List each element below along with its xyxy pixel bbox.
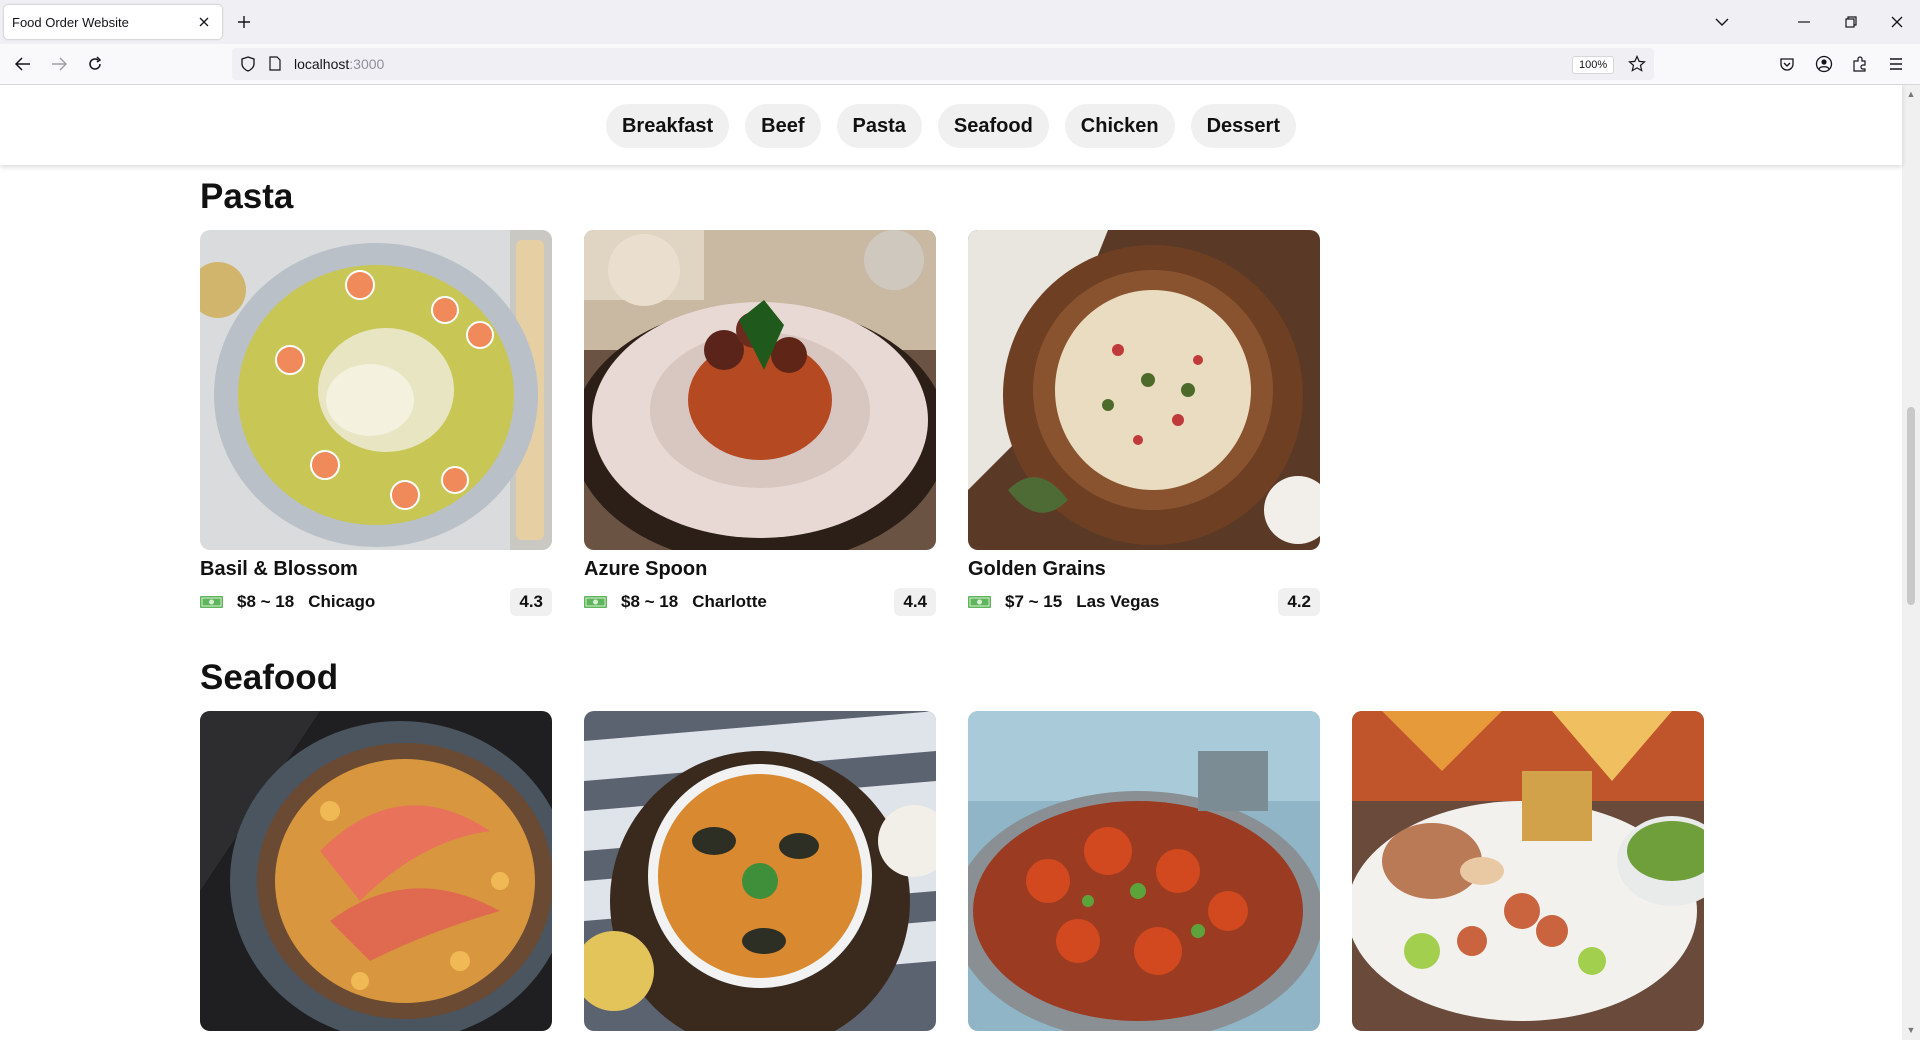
url-text[interactable]: localhost:3000 (294, 56, 384, 72)
category-header: Breakfast Beef Pasta Seafood Chicken Dessert (0, 85, 1902, 165)
rating-badge: 4.4 (894, 588, 936, 616)
restaurant-name[interactable]: Golden Grains (968, 558, 1320, 582)
shield-icon[interactable] (241, 56, 255, 77)
food-image-seafood-platter[interactable] (1352, 711, 1704, 1031)
account-icon[interactable] (1810, 50, 1838, 78)
forward-icon[interactable] (45, 50, 73, 78)
category-nav: Breakfast Beef Pasta Seafood Chicken Dessert (0, 104, 1902, 148)
price-range: $7 ~ 15 (1005, 592, 1063, 611)
browser-tab[interactable]: Food Order Website (4, 5, 222, 39)
tab-list-icon[interactable] (1708, 8, 1736, 36)
category-pill-breakfast[interactable]: Breakfast (605, 104, 730, 148)
browser-tabstrip: Food Order Website (0, 0, 1920, 44)
rating-badge: 4.3 (510, 588, 552, 616)
section-title-pasta: Pasta (200, 177, 294, 216)
page-viewport: Breakfast Beef Pasta Seafood Chicken Dessert … (0, 85, 1920, 1040)
page-icon (269, 56, 281, 76)
category-pill-dessert[interactable]: Dessert (1190, 104, 1296, 148)
category-pill-seafood[interactable]: Seafood (937, 104, 1049, 148)
zoom-level[interactable]: 100% (1572, 56, 1615, 74)
category-pill-pasta[interactable]: Pasta (836, 104, 922, 148)
back-icon[interactable] (9, 50, 37, 78)
category-pill-beef[interactable]: Beef (745, 104, 821, 148)
close-tab-icon[interactable] (194, 12, 214, 32)
food-image-penne[interactable] (968, 230, 1320, 550)
scroll-down-icon[interactable]: ▼ (1906, 1025, 1916, 1035)
bookmark-star-icon[interactable] (1628, 55, 1646, 78)
restaurant-card[interactable]: Golden Grains $7 ~ 15 Las Vegas 4.2 (968, 230, 1320, 616)
money-icon (584, 596, 607, 608)
browser-navbar: localhost:3000 100% (0, 44, 1920, 85)
menu-icon[interactable] (1882, 50, 1910, 78)
price-range: $8 ~ 18 (621, 592, 679, 611)
tab-title: Food Order Website (12, 14, 129, 30)
price-range: $8 ~ 18 (237, 592, 295, 611)
food-image-crawfish[interactable] (968, 711, 1320, 1031)
food-image-spaghetti-meatballs[interactable] (584, 230, 936, 550)
restaurant-card[interactable] (584, 711, 936, 1031)
reload-icon[interactable] (81, 50, 109, 78)
restaurant-card[interactable] (1352, 711, 1704, 1031)
rating-badge: 4.2 (1278, 588, 1320, 616)
food-image-seafood-stew[interactable] (584, 711, 936, 1031)
scroll-thumb[interactable] (1907, 407, 1915, 605)
restaurant-card[interactable]: Azure Spoon $8 ~ 18 Charlotte 4.4 (584, 230, 936, 616)
url-bar[interactable]: localhost:3000 100% (232, 48, 1654, 80)
food-image-pasta-shrimp[interactable] (200, 230, 552, 550)
restaurant-card[interactable] (968, 711, 1320, 1031)
category-pill-chicken[interactable]: Chicken (1064, 104, 1175, 148)
extensions-icon[interactable] (1846, 50, 1874, 78)
restaurant-meta: $7 ~ 15 Las Vegas 4.2 (968, 588, 1320, 616)
restaurant-name[interactable]: Basil & Blossom (200, 558, 552, 582)
restaurant-card[interactable] (200, 711, 552, 1031)
city: Chicago (308, 592, 376, 611)
restore-icon[interactable] (1837, 8, 1865, 36)
restaurant-meta: $8 ~ 18 Charlotte 4.4 (584, 588, 936, 616)
money-icon (968, 596, 991, 608)
section-title-seafood: Seafood (200, 658, 339, 697)
city: Charlotte (692, 592, 767, 611)
pocket-icon[interactable] (1773, 50, 1801, 78)
minimize-icon[interactable] (1790, 8, 1818, 36)
food-image-shrimp-farfalle[interactable] (200, 711, 552, 1031)
restaurant-meta: $8 ~ 18 Chicago 4.3 (200, 588, 552, 616)
restaurant-name[interactable]: Azure Spoon (584, 558, 936, 582)
city: Las Vegas (1076, 592, 1160, 611)
scroll-up-icon[interactable]: ▲ (1906, 89, 1916, 99)
money-icon (200, 596, 223, 608)
page-scrollbar[interactable]: ▲ ▼ (1902, 85, 1920, 1040)
new-tab-icon[interactable] (232, 10, 256, 34)
close-window-icon[interactable] (1883, 8, 1911, 36)
restaurant-card[interactable]: Basil & Blossom $8 ~ 18 Chicago 4.3 (200, 230, 552, 616)
